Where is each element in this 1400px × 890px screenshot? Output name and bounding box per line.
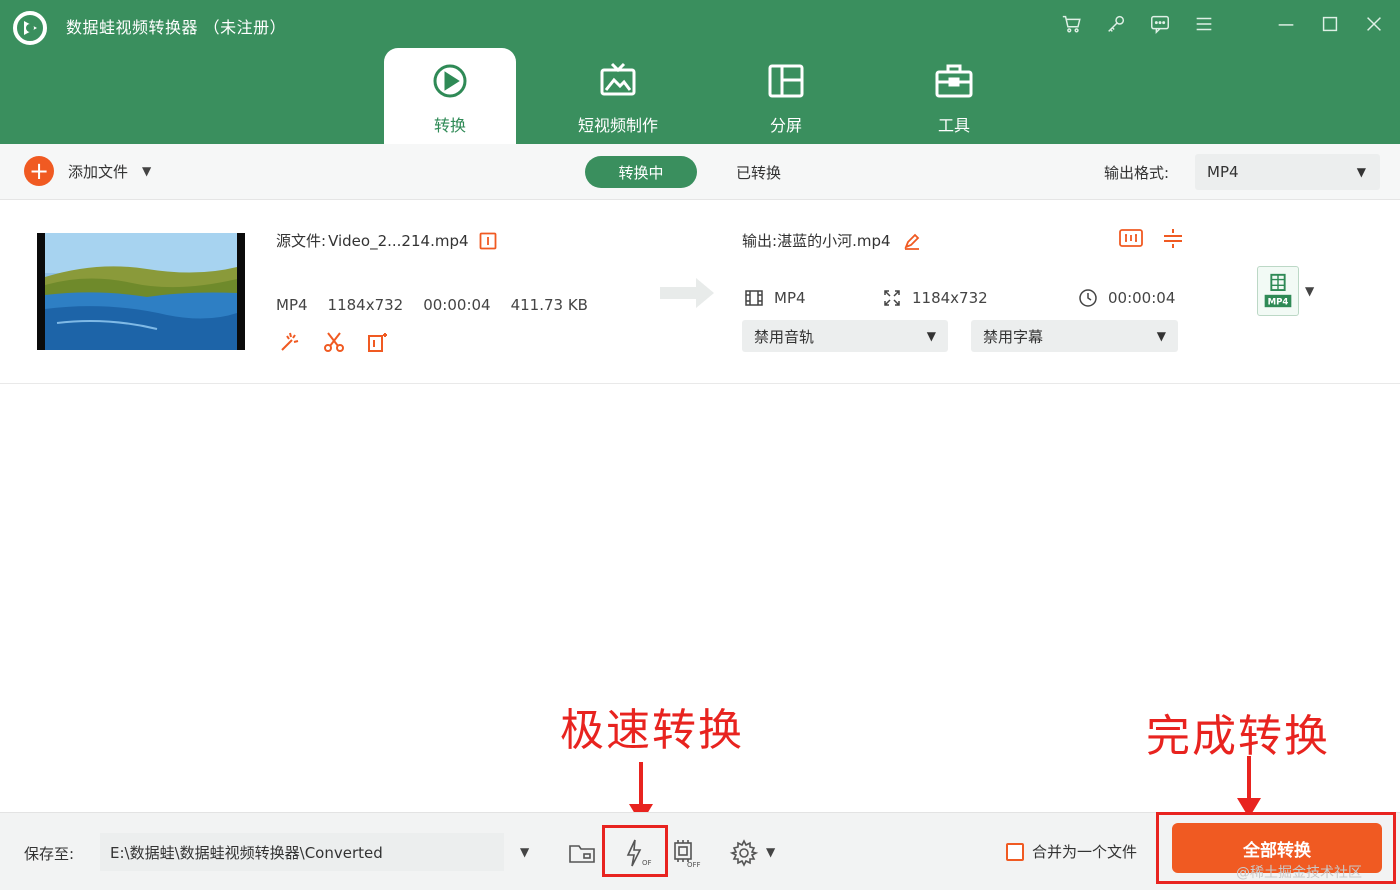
file-list-row: 源文件: Video_2...214.mp4 MP4 1184x732 00:0… [0,200,1400,384]
source-filename: Video_2...214.mp4 [328,231,469,250]
arrow-right-icon [660,278,714,308]
settings-panel-icon[interactable] [1118,227,1144,249]
audio-track-value: 禁用音轨 [754,327,815,346]
source-resolution: 1184x732 [327,296,404,314]
feedback-icon[interactable] [1146,10,1174,38]
chevron-down-icon[interactable]: ▼ [520,845,529,859]
add-file-label: 添加文件 [68,162,129,181]
clock-icon [1079,289,1097,307]
output-duration: 00:00:04 [1108,289,1176,307]
tab-split-screen[interactable]: 分屏 [720,48,852,144]
app-title: 数据蛙视频转换器 （未注册） [66,18,287,37]
annotation-finish-convert: 完成转换 [1146,711,1330,762]
info-icon[interactable] [479,232,497,250]
converted-tab[interactable]: 已转换 [736,162,781,183]
menu-icon[interactable] [1190,10,1218,38]
tab-tools[interactable]: 工具 [888,48,1020,144]
chevron-down-icon[interactable]: ▼ [142,164,151,178]
output-format: MP4 [774,289,806,307]
output-format-select[interactable]: MP4 ▼ [1195,154,1380,190]
tab-label: 工具 [937,116,970,135]
toolbar: + 添加文件 ▼ 转换中 已转换 输出格式: MP4 ▼ [0,144,1400,200]
window-controls [1058,10,1388,38]
checkbox-box[interactable] [1006,842,1024,861]
toolbox-icon [935,64,973,98]
tab-label: 短视频制作 [577,116,658,135]
output-file-info: 输出: 湛蓝的小河.mp4 [742,230,921,251]
watermark: @稀土掘金技术社区 [1236,865,1362,881]
key-icon[interactable] [1102,10,1130,38]
output-format-info: MP4 [744,288,806,308]
close-icon[interactable] [1360,10,1388,38]
output-tools [1118,227,1186,249]
annotation-arrow-icon [1237,756,1261,818]
tv-icon [600,62,636,96]
output-duration-info: 00:00:04 [1078,288,1175,308]
film-icon [745,290,763,306]
convert-icon [433,64,467,98]
landscape-icon [37,233,245,350]
save-path-field[interactable]: E:\数据蛙\数据蛙视频转换器\Converted [100,833,504,871]
scissors-icon[interactable] [322,330,346,354]
chevron-down-icon[interactable]: ▼ [766,845,775,859]
mp4-file-icon: MP4 [1264,273,1292,307]
annotation-fast-convert: 极速转换 [560,705,744,756]
source-label: 源文件: [276,232,327,250]
chevron-down-icon: ▼ [926,329,936,343]
video-thumbnail[interactable] [37,233,245,350]
tab-label: 分屏 [769,116,802,135]
tab-convert[interactable]: 转换 [384,48,516,144]
output-format-label: 输出格式: [1104,164,1170,182]
output-filename: 湛蓝的小河.mp4 [777,232,891,250]
title-bar: 数据蛙视频转换器 （未注册） 转换 短视频制作 分屏 工具 [0,0,1400,144]
hardware-accel-off-icon[interactable]: OFF [670,837,702,869]
app-logo-icon [12,10,48,46]
split-icon[interactable] [1160,227,1186,249]
tab-short-video[interactable]: 短视频制作 [552,48,684,144]
output-label: 输出: [742,232,778,250]
main-tabs: 转换 短视频制作 分屏 工具 [384,48,1056,144]
save-to-label: 保存至: [24,845,75,863]
cart-icon[interactable] [1058,10,1086,38]
merge-label: 合并为一个文件 [1032,843,1138,861]
source-file-info: 源文件: Video_2...214.mp4 [276,230,497,251]
crop-edit-icon[interactable] [366,330,390,354]
source-duration: 00:00:04 [423,296,491,314]
output-format-value: MP4 [1207,163,1239,181]
magic-wand-icon[interactable] [278,330,302,354]
badge-label: MP4 [1268,297,1289,307]
edit-pen-icon[interactable] [903,232,921,250]
highlight-box [602,825,668,877]
source-meta: MP4 1184x732 00:00:04 411.73 KB [276,296,588,314]
audio-track-select[interactable]: 禁用音轨 ▼ [742,320,948,352]
converting-tab[interactable]: 转换中 [585,156,697,188]
source-format: MP4 [276,296,308,314]
folder-icon[interactable] [566,837,598,869]
subtitle-select[interactable]: 禁用字幕 ▼ [971,320,1178,352]
resize-icon [884,290,900,306]
merge-checkbox[interactable]: 合并为一个文件 [1006,841,1137,862]
gear-icon[interactable] [728,837,760,869]
split-screen-icon [768,64,804,98]
chevron-down-icon: ▼ [1156,329,1166,343]
subtitle-value: 禁用字幕 [983,327,1044,346]
source-size: 411.73 KB [510,296,588,314]
maximize-icon[interactable] [1316,10,1344,38]
minimize-icon[interactable] [1272,10,1300,38]
plus-icon: + [24,156,54,186]
edit-tools [278,330,390,354]
add-file-button[interactable]: + 添加文件 ▼ [24,156,151,186]
chevron-down-icon[interactable]: ▼ [1305,284,1314,298]
output-resolution: 1184x732 [912,289,988,307]
tab-label: 转换 [433,116,466,135]
output-resolution-info: 1184x732 [882,288,988,308]
svg-text:OFF: OFF [687,861,701,869]
chevron-down-icon: ▼ [1356,165,1366,179]
output-format-badge[interactable]: MP4 [1257,266,1299,316]
